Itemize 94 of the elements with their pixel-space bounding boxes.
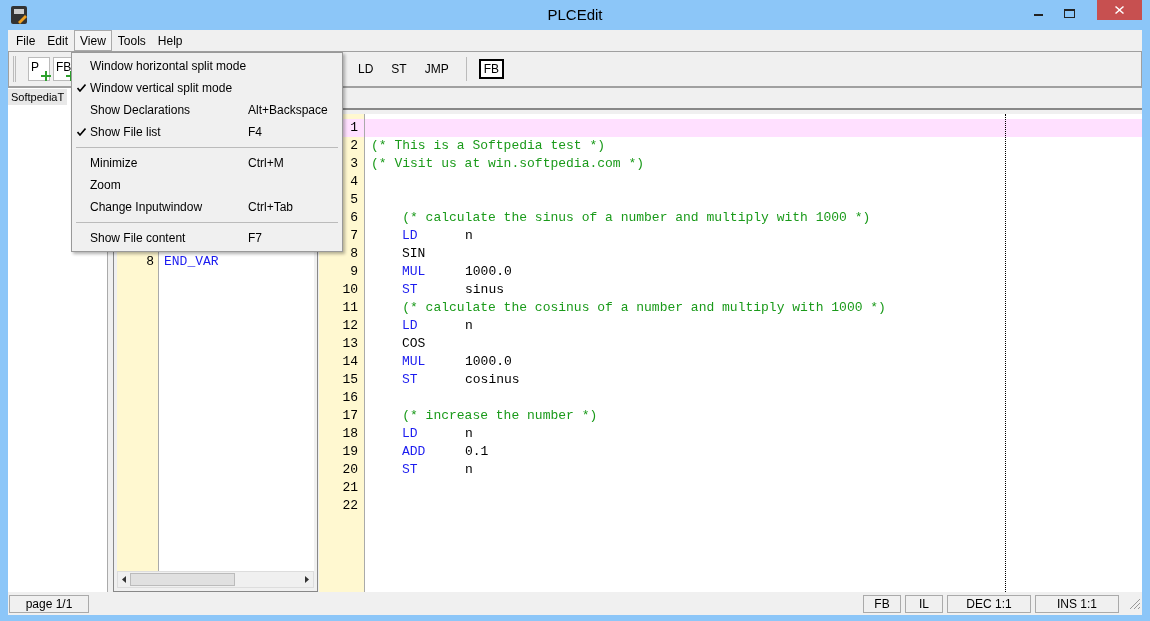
menu-item[interactable]: Help xyxy=(151,30,189,51)
plus-icon xyxy=(41,71,51,81)
code-operand: n xyxy=(465,461,473,480)
code-keyword: END_VAR xyxy=(164,253,219,270)
menu-option[interactable]: Window horizontal split mode xyxy=(72,55,342,77)
line-number: 18 xyxy=(341,425,359,443)
minimize-icon xyxy=(1034,14,1043,16)
code-comment: (* This is a Softpedia test *) xyxy=(371,137,606,156)
code-instruction: MUL xyxy=(402,353,427,372)
menu-item[interactable]: Tools xyxy=(111,30,152,51)
menu-option[interactable]: Show File content F7 xyxy=(72,227,342,249)
menu-option-label: Window vertical split mode xyxy=(90,80,234,97)
code-comment: (* calculate the sinus of a number and multiply with 1000 *) xyxy=(401,209,871,228)
line-number: 12 xyxy=(341,317,359,335)
scrollbar-thumb[interactable] xyxy=(130,573,235,586)
horizontal-scrollbar[interactable] xyxy=(117,571,314,588)
code-instruction: LD xyxy=(402,317,419,336)
code-instruction: LD xyxy=(402,425,419,444)
code-operand: 0.1 xyxy=(465,443,489,462)
line-number: 6 xyxy=(349,209,359,227)
menu-shortcut: Alt+Backspace xyxy=(248,102,328,119)
line-number: 3 xyxy=(349,155,359,173)
line-number: 9 xyxy=(349,263,359,281)
code-instruction: ST xyxy=(402,371,419,390)
line-number: 2 xyxy=(349,137,359,155)
line-number: 20 xyxy=(341,461,359,479)
line-number: 17 xyxy=(341,407,359,425)
line-number: 11 xyxy=(341,299,359,317)
menu-shortcut: Ctrl+M xyxy=(248,155,284,172)
menu-option-label: Minimize xyxy=(90,155,139,172)
code-comment: (* calculate the cosinus of a number and multiply with 1000 *) xyxy=(401,299,886,318)
code-instruction: ADD xyxy=(402,443,427,462)
menu-item[interactable]: Edit xyxy=(41,30,75,51)
close-icon xyxy=(1115,6,1124,14)
menu-option-label: Show File list xyxy=(90,124,162,141)
status-field: INS 1:1 xyxy=(1035,595,1119,613)
line-number: 13 xyxy=(341,335,359,353)
line-number: 16 xyxy=(341,389,359,407)
close-button[interactable] xyxy=(1097,0,1142,20)
code-operand: 1000.0 xyxy=(465,353,512,372)
window-title: PLCEdit xyxy=(547,4,603,25)
code-instruction: MUL xyxy=(402,263,427,282)
code-operand: sinus xyxy=(465,281,504,300)
menu-shortcut: F7 xyxy=(248,230,262,247)
line-number: 19 xyxy=(341,443,359,461)
menu-option-label: Window horizontal split mode xyxy=(90,58,248,75)
line-number: 22 xyxy=(341,497,359,515)
menu-option-label: Change Inputwindow xyxy=(90,199,204,216)
code-instruction: ST xyxy=(402,281,419,300)
code-operand: n xyxy=(465,317,473,336)
code-operand: 1000.0 xyxy=(465,263,512,282)
code-operand: cosinus xyxy=(465,371,520,390)
line-number: 10 xyxy=(341,281,359,299)
code-instruction: LD xyxy=(402,227,419,246)
toolbar-button[interactable]: JMP xyxy=(419,57,454,81)
code-instruction: COS xyxy=(402,335,427,354)
line-number: 21 xyxy=(341,479,359,497)
line-number: 14 xyxy=(341,353,359,371)
menu-option[interactable]: Show Declarations Alt+Backspace xyxy=(72,99,342,121)
app-icon xyxy=(11,6,27,24)
page-indicator: page 1/1 xyxy=(9,595,89,613)
toolbar-button[interactable]: FB xyxy=(478,59,505,79)
code-comment: (* Visit us at win.softpedia.com *) xyxy=(371,155,645,174)
code-instruction: ST xyxy=(402,461,419,480)
code-operand: n xyxy=(465,227,473,246)
new-file-button[interactable]: P xyxy=(28,57,50,81)
menu-shortcut: Ctrl+Tab xyxy=(248,199,294,216)
menu-option-label: Show File content xyxy=(90,230,187,247)
line-number: 5 xyxy=(349,191,359,209)
code-instruction: SIN xyxy=(402,245,427,264)
line-number: 8 xyxy=(145,253,155,270)
resize-grip-icon[interactable] xyxy=(1129,598,1141,610)
menu-option[interactable]: Zoom xyxy=(72,174,342,196)
menu-option[interactable]: Window vertical split mode xyxy=(72,77,342,99)
line-number: 4 xyxy=(349,173,359,191)
status-field: FB xyxy=(863,595,901,613)
code-operand: n xyxy=(465,425,473,444)
line-number: 7 xyxy=(349,227,359,245)
maximize-icon xyxy=(1064,8,1075,18)
menu-shortcut: F4 xyxy=(248,124,262,141)
status-field: IL xyxy=(905,595,943,613)
code-comment: (* increase the number *) xyxy=(401,407,598,426)
menu-item[interactable]: View xyxy=(74,30,112,51)
line-number: 8 xyxy=(349,245,359,263)
toolbar-button[interactable]: ST xyxy=(386,57,412,81)
menu-option-label: Show Declarations xyxy=(90,102,192,119)
menu-item[interactable]: File xyxy=(10,30,42,51)
toolbar-button[interactable]: LD xyxy=(353,57,379,81)
menu-option[interactable]: Change Inputwindow Ctrl+Tab xyxy=(72,196,342,218)
file-list-item[interactable]: SoftpediaT xyxy=(8,89,68,105)
status-field: DEC 1:1 xyxy=(947,595,1031,613)
menu-option[interactable]: Minimize Ctrl+M xyxy=(72,152,342,174)
menu-option-label: Zoom xyxy=(90,177,122,194)
line-number: 15 xyxy=(341,371,359,389)
